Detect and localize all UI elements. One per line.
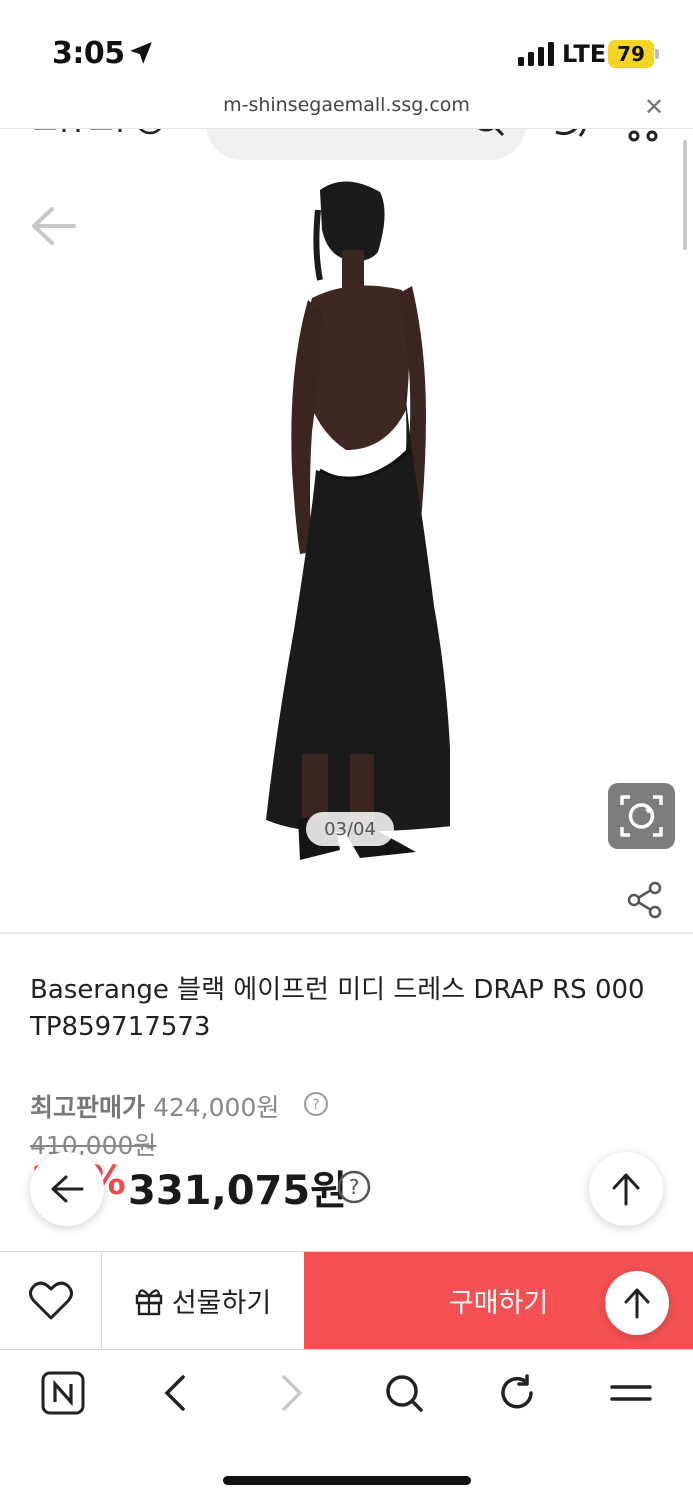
product-title: Baserange 블랙 에이프런 미디 드레스 DRAP RS 000 TP8… [30, 972, 670, 1046]
best-price-row: 최고판매가 424,000원 [30, 1088, 279, 1124]
buy-label: 구매하기 [448, 1288, 549, 1319]
wishlist-button[interactable] [0, 1252, 102, 1349]
arrow-up-icon [612, 1173, 640, 1206]
scrollbar[interactable] [683, 140, 687, 250]
best-price-label: 최고판매가 [30, 1093, 146, 1122]
purchase-bar: 선물하기 구매하기 [0, 1251, 693, 1350]
browser-forward-button[interactable] [266, 1368, 316, 1418]
scroll-top-button[interactable] [589, 1152, 663, 1226]
section-divider [0, 932, 693, 934]
location-arrow-icon [130, 42, 152, 64]
status-time: 3:05 [52, 36, 125, 71]
battery-level: 79 [617, 42, 645, 66]
scroll-top-button[interactable] [605, 1271, 669, 1335]
chevron-left-icon [164, 1375, 185, 1411]
close-icon[interactable]: ✕ [644, 93, 664, 121]
naver-home-button[interactable] [38, 1368, 88, 1418]
arrow-left-icon [51, 1175, 84, 1203]
site-header [0, 128, 693, 162]
product-code: TP859717573 [30, 1012, 211, 1042]
product-image[interactable] [250, 170, 450, 870]
heart-icon [28, 1281, 73, 1319]
naver-n-icon [41, 1371, 85, 1415]
browser-back-button[interactable] [151, 1368, 201, 1418]
svg-text:?: ? [349, 1175, 360, 1199]
url-bar[interactable]: m-shinsegaemall.ssg.com [0, 94, 693, 116]
header-divider [0, 128, 693, 129]
battery-tip [655, 49, 659, 59]
site-logo[interactable] [34, 128, 174, 152]
search-icon[interactable] [470, 128, 506, 140]
back-arrow-icon[interactable] [30, 205, 76, 247]
gift-label: 선물하기 [171, 1288, 272, 1319]
best-price-value: 424,000원 [152, 1093, 280, 1122]
lens-camera-icon [620, 795, 663, 837]
previous-page-button[interactable] [30, 1152, 104, 1226]
reload-icon [501, 1374, 533, 1409]
reload-button[interactable] [492, 1368, 542, 1418]
product-title-line: Baserange 블랙 에이프런 미디 드레스 DRAP RS 000 [30, 975, 645, 1005]
battery-indicator: 79 [608, 40, 654, 68]
gift-button[interactable]: 선물하기 [102, 1252, 303, 1349]
hamburger-menu-icon [610, 1385, 652, 1401]
network-label: LTE [562, 40, 607, 68]
cart-icon[interactable] [624, 128, 664, 144]
chevron-right-icon [282, 1375, 303, 1411]
image-counter: 03/04 [306, 812, 394, 846]
svg-text:?: ? [312, 1097, 319, 1113]
home-indicator [223, 1476, 471, 1485]
gift-icon [135, 1288, 163, 1315]
arrow-up-icon [624, 1288, 650, 1319]
image-search-button[interactable] [608, 783, 675, 849]
sale-price: 331,075원 [128, 1168, 347, 1214]
share-icon[interactable] [626, 881, 664, 919]
search-icon [386, 1375, 423, 1412]
signal-icon [518, 42, 554, 66]
menu-button[interactable] [606, 1368, 656, 1418]
browser-search-button[interactable] [379, 1368, 429, 1418]
help-icon[interactable]: ? [336, 1169, 372, 1205]
help-icon[interactable]: ? [303, 1091, 329, 1117]
mic-icon[interactable] [552, 128, 596, 144]
